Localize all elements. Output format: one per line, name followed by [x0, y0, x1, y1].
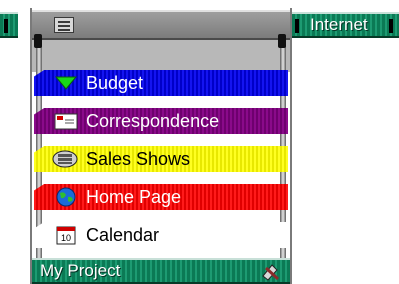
tab-sales-shows-label: Sales Shows: [86, 149, 191, 169]
calendar-icon-day: 10: [61, 233, 71, 243]
document-stack-icon: [52, 150, 78, 168]
internet-label: Internet: [310, 15, 368, 34]
rail-cap-right: [278, 34, 286, 48]
tab-home-page-label: Home Page: [86, 187, 182, 207]
internet-bar[interactable]: Internet: [292, 12, 399, 38]
tools-icon[interactable]: [260, 262, 282, 282]
envelope-icon: [54, 113, 78, 130]
status-bar[interactable]: My Project: [32, 258, 290, 284]
status-bar-label: My Project: [40, 261, 121, 280]
tab-budget-label: Budget: [86, 73, 144, 93]
list-icon[interactable]: [54, 17, 74, 33]
header-strip: [32, 40, 290, 72]
tab-correspondence[interactable]: Correspondence: [34, 108, 288, 134]
rail-cap-left: [34, 34, 42, 48]
left-bar-stub[interactable]: [0, 12, 18, 38]
tab-sales-shows[interactable]: Sales Shows: [34, 146, 288, 172]
globe-icon: [56, 187, 76, 207]
tab-budget[interactable]: Budget: [34, 70, 288, 96]
triangle-down-icon: [54, 76, 78, 90]
title-bar[interactable]: [32, 10, 290, 40]
tab-home-page[interactable]: Home Page: [34, 184, 288, 210]
calendar-icon: 10: [56, 226, 76, 245]
tab-correspondence-label: Correspondence: [86, 111, 220, 131]
tab-calendar-label: Calendar: [86, 225, 160, 245]
tab-calendar[interactable]: 10 Calendar: [34, 222, 288, 248]
